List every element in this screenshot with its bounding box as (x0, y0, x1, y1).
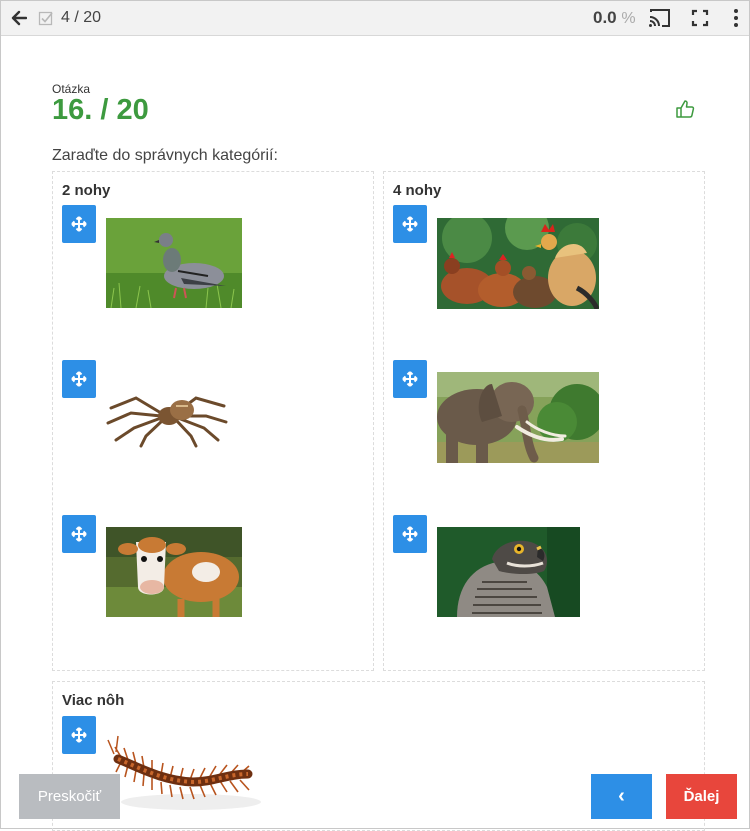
drag-handle[interactable] (62, 360, 96, 398)
thumbs-up-icon[interactable] (675, 99, 695, 119)
spider-image[interactable] (106, 378, 228, 448)
question-number: 16. / 20 (52, 94, 149, 126)
more-vertical-icon[interactable] (731, 7, 741, 29)
cow-image[interactable] (106, 527, 242, 617)
cast-icon[interactable] (648, 7, 672, 29)
category-title: Viac nôh (62, 692, 125, 709)
drag-handle[interactable] (62, 716, 96, 754)
question-instruction: Zaraďte do správnych kategórií: (52, 147, 278, 164)
progress-counter: 4 / 20 (61, 9, 102, 26)
move-icon (71, 727, 87, 743)
centipede-image[interactable] (106, 732, 266, 812)
arrow-left-icon (11, 10, 27, 26)
drag-handle[interactable] (62, 205, 96, 243)
fullscreen-icon[interactable] (691, 9, 709, 27)
drag-handle[interactable] (393, 205, 427, 243)
score-unit: % (621, 10, 636, 27)
move-icon (71, 526, 87, 542)
category-title: 4 nohy (393, 182, 442, 199)
pigeon-image[interactable] (106, 218, 242, 308)
previous-button[interactable]: ‹ (591, 774, 652, 819)
move-icon (402, 371, 418, 387)
move-icon (402, 216, 418, 232)
checkbox-icon (38, 11, 53, 26)
drag-handle[interactable] (393, 360, 427, 398)
chickens-image[interactable] (437, 218, 599, 309)
top-bar: 4 / 20 0.0 % (1, 1, 749, 36)
drag-handle[interactable] (62, 515, 96, 553)
move-icon (71, 216, 87, 232)
score-display: 0.0 % (593, 8, 636, 28)
hawk-image[interactable] (437, 527, 580, 617)
move-icon (71, 371, 87, 387)
category-title: 2 nohy (62, 182, 111, 199)
elephant-image[interactable] (437, 372, 599, 463)
move-icon (402, 526, 418, 542)
score-value: 0.0 (593, 8, 617, 27)
next-button[interactable]: Ďalej (666, 774, 737, 819)
drag-handle[interactable] (393, 515, 427, 553)
skip-button[interactable]: Preskočiť (19, 774, 120, 819)
back-button[interactable] (9, 8, 29, 28)
